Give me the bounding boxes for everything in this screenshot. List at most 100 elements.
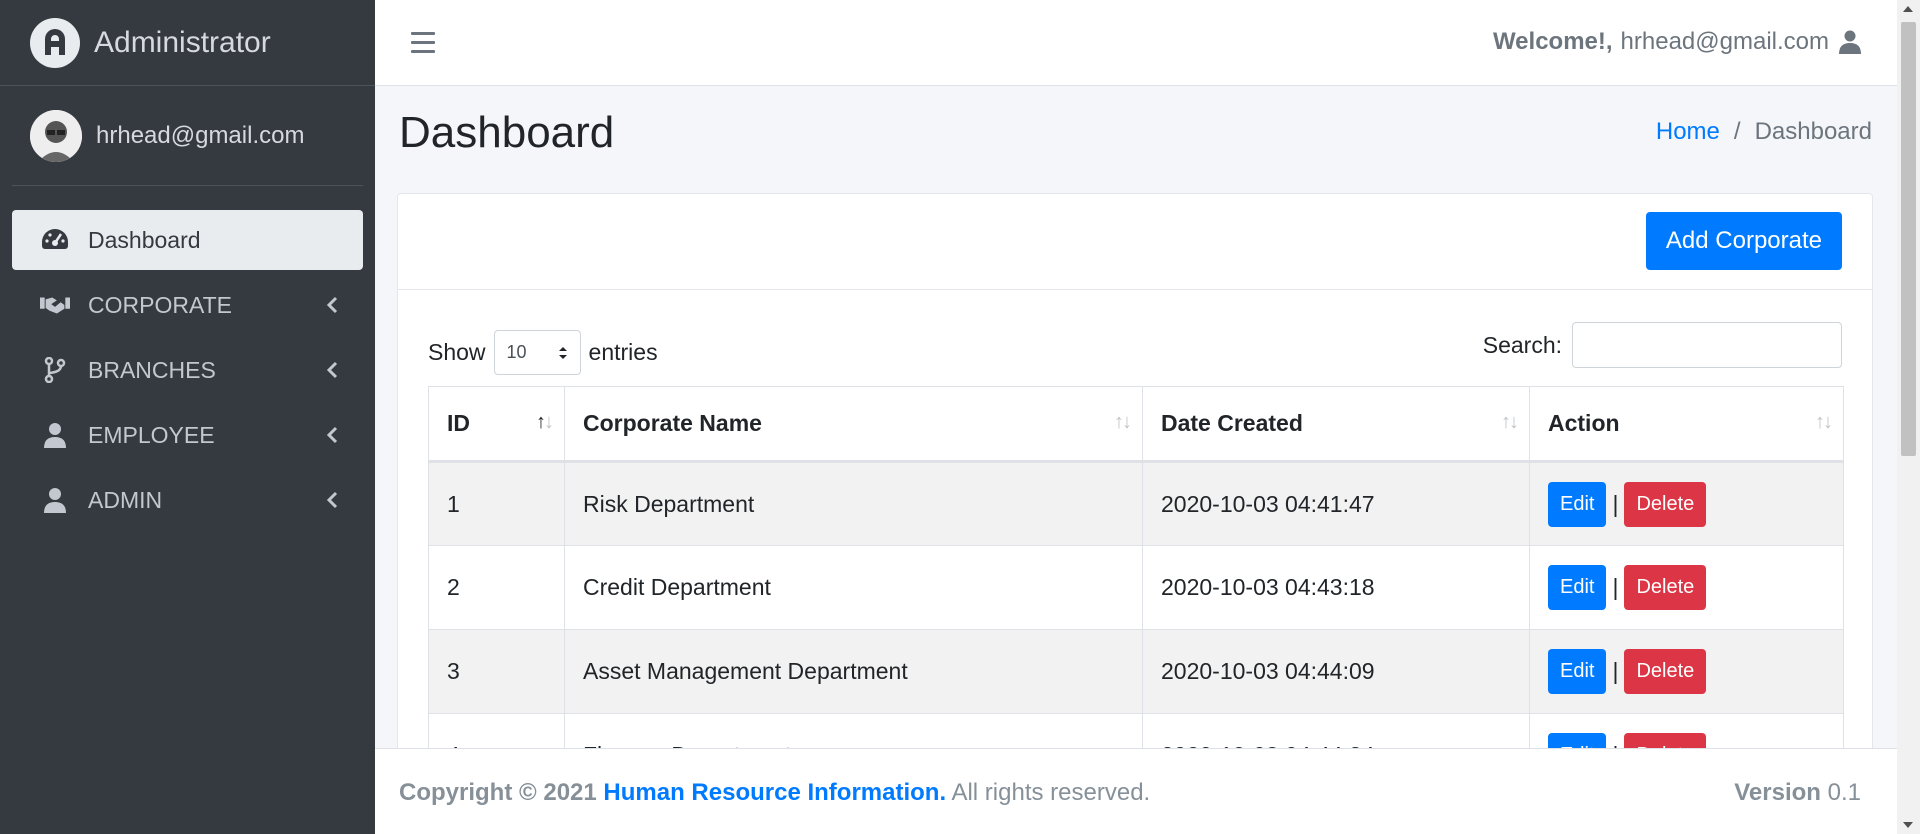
scroll-up-icon[interactable] [1903,6,1913,12]
page-size-select[interactable]: 10 [493,330,581,375]
cell-name: Asset Management Department [564,629,1143,714]
action-separator: | [1612,574,1619,600]
edit-button[interactable]: Edit [1548,649,1607,694]
scroll-down-icon[interactable] [1903,822,1913,828]
sidebar-item-corporate[interactable]: CORPORATE [12,275,363,335]
cell-date: 2020-10-03 04:44:09 [1142,629,1530,714]
avatar [30,109,82,162]
topbar: Welcome!, hrhead@gmail.com [375,0,1897,86]
select-arrows-icon [558,346,567,359]
brand-logo-icon [30,17,80,68]
page-size-control: Show 10 entries [428,330,658,375]
column-header-id[interactable]: ID ↑↓ [428,386,565,463]
table-controls: Show 10 entries Search: [398,290,1872,390]
show-label: Show [428,339,486,365]
page-title: Dashboard [399,108,615,157]
sidebar: Administrator hrhead@gmail.com Dashboard… [0,0,375,834]
scroll-thumb[interactable] [1901,22,1916,456]
sidebar-item-branches[interactable]: BRANCHES [12,340,363,400]
action-separator: | [1612,658,1619,684]
column-header-action[interactable]: Action ↑↓ [1529,386,1844,463]
search-input[interactable] [1572,322,1842,368]
corporate-card: Add Corporate Show 10 entries Search: ID… [397,193,1873,793]
card-header: Add Corporate [398,194,1872,290]
user-icon [40,420,70,450]
chevron-left-icon [326,296,338,314]
delete-button[interactable]: Delete [1624,649,1707,694]
sidebar-item-label: EMPLOYEE [88,421,215,448]
column-label: Date Created [1161,410,1303,436]
sidebar-item-label: Dashboard [88,226,201,253]
breadcrumb-current: Dashboard [1754,118,1872,145]
topbar-user-email: hrhead@gmail.com [1620,28,1829,55]
cell-id: 2 [428,545,565,630]
chevron-left-icon [326,361,338,379]
welcome-text: Welcome!, [1492,28,1613,55]
rights-text: All rights reserved. [951,779,1151,806]
action-separator: | [1612,490,1619,517]
cell-name: Risk Department [564,461,1143,546]
cell-name: Credit Department [564,545,1143,630]
sort-icon: ↑↓ [1114,411,1132,433]
table-row: 2 Credit Department 2020-10-03 04:43:18 … [428,545,1844,630]
sort-icon: ↑↓ [1501,411,1519,433]
cell-date: 2020-10-03 04:41:47 [1142,461,1530,546]
user-icon [1839,30,1861,54]
version: Version 0.1 [1734,779,1861,807]
menu-toggle-icon[interactable] [411,32,435,54]
page-size-value: 10 [506,342,527,362]
cell-date: 2020-10-03 04:43:18 [1142,545,1530,630]
tachometer-icon [40,225,70,255]
sidebar-item-admin[interactable]: ADMIN [12,470,363,530]
sort-icon: ↑↓ [1815,411,1833,433]
scrollbar[interactable] [1897,0,1920,834]
copyright-text: Copyright © 2021 [399,779,597,806]
cell-id: 3 [428,629,565,714]
cell-action: Edit|Delete [1529,629,1844,714]
delete-button[interactable]: Delete [1624,565,1707,610]
search-label: Search: [1482,331,1562,358]
search-control: Search: [1483,322,1842,368]
org-link[interactable]: Human Resource Information. [603,779,946,806]
handshake-icon [40,290,70,320]
entries-label: entries [588,339,658,365]
chevron-left-icon [326,491,338,509]
sidebar-user-name: hrhead@gmail.com [96,121,305,149]
code-branch-icon [40,355,70,385]
brand-name: Administrator [94,25,271,59]
edit-button[interactable]: Edit [1548,481,1607,527]
brand-link[interactable]: Administrator [0,0,375,86]
sidebar-nav: Dashboard CORPORATE BRANCHES EMPLOYEE AD… [0,186,375,530]
sidebar-item-label: BRANCHES [88,356,216,383]
delete-button[interactable]: Delete [1624,481,1707,527]
cell-action: Edit|Delete [1529,461,1844,546]
column-header-corporate-name[interactable]: Corporate Name ↑↓ [564,386,1143,463]
version-label: Version [1734,779,1821,806]
version-number: 0.1 [1827,779,1861,806]
column-header-date-created[interactable]: Date Created ↑↓ [1142,386,1530,463]
sidebar-item-employee[interactable]: EMPLOYEE [12,405,363,465]
sidebar-item-label: ADMIN [88,486,163,513]
breadcrumb-separator: / [1733,118,1741,145]
column-label: Action [1548,410,1620,436]
cell-action: Edit|Delete [1529,545,1844,630]
column-label: ID [447,410,470,436]
chevron-left-icon [326,426,338,444]
sidebar-item-label: CORPORATE [88,291,232,318]
user-menu[interactable]: Welcome!, hrhead@gmail.com [1493,28,1861,56]
table-row: 1 Risk Department 2020-10-03 04:41:47 Ed… [428,461,1844,546]
table-row: 3 Asset Management Department 2020-10-03… [428,629,1844,714]
cell-id: 1 [428,461,565,546]
user-panel[interactable]: hrhead@gmail.com [12,86,363,186]
add-corporate-button[interactable]: Add Corporate [1645,212,1842,270]
copyright: Copyright © 2021 Human Resource Informat… [399,779,1150,807]
column-label: Corporate Name [583,410,762,436]
sidebar-item-dashboard[interactable]: Dashboard [12,210,363,270]
user-icon [40,485,70,515]
edit-button[interactable]: Edit [1548,565,1607,610]
corporate-table: ID ↑↓ Corporate Name ↑↓ Date Created ↑↓ Act… [428,386,1844,792]
breadcrumb: Home / Dashboard [1656,118,1872,146]
footer: Copyright © 2021 Human Resource Informat… [375,748,1897,834]
sort-asc-icon: ↑↓ [536,411,554,433]
breadcrumb-home-link[interactable]: Home [1656,118,1720,146]
